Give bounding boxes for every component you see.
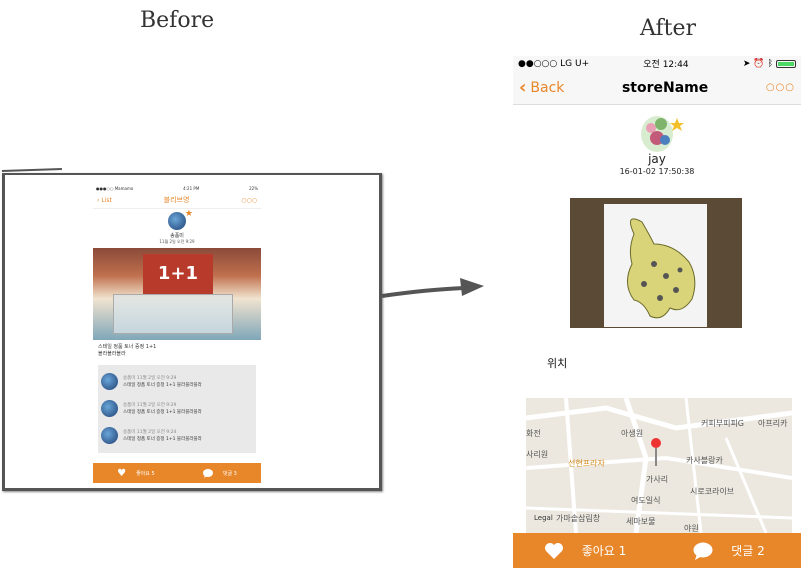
map-label: 커피부피피G	[701, 419, 744, 428]
map-label: 야원	[684, 524, 699, 533]
after-phone-screen: ●●○○○ LG U+ 오전 12:44 ➤ ⏰ ᛒ ‹ Back storeN…	[513, 56, 801, 568]
comment-meta: 송품미 11월 2일 오전 9:29	[123, 402, 177, 408]
clock-label: 오전 12:44	[643, 60, 689, 70]
status-bar: ●●○○○ LG U+ 오전 12:44 ➤ ⏰ ᛒ	[513, 56, 801, 71]
heart-icon	[544, 542, 563, 559]
before-comment-item: 송품미 11월 2일 오전 9:24 스테일 정품 토너 증정 1+1 블라블라블…	[101, 422, 253, 449]
heart-icon: ♥	[117, 467, 127, 479]
before-heading: Before	[140, 8, 215, 33]
nav-bar: ‹ Back storeName ○○○	[513, 71, 801, 105]
speech-bubble-icon	[202, 468, 213, 478]
back-button[interactable]: ‹ Back	[519, 77, 564, 98]
post-date: 16-01-02 17:50:38	[619, 167, 695, 176]
before-more-button[interactable]: ○○○	[241, 197, 257, 204]
map-label: 가사리	[646, 475, 669, 484]
store-name-title: storeName	[621, 79, 709, 96]
before-post-caption: 스테일 정품 토너 증정 1+1 블라블라블라	[93, 340, 261, 362]
before-comment-item: 송품미 11월 2일 오전 9:29 스테일 정품 토너 증정 1+1 블라블라블…	[101, 395, 253, 422]
comment-avatar	[101, 400, 118, 417]
chevron-left-icon: ‹	[519, 77, 527, 98]
comment-meta: 송품미 11월 2일 오전 9:29	[123, 375, 177, 381]
before-user-name: 송품미	[170, 233, 184, 239]
comment-text: 스테일 정품 토너 증정 1+1 블라블라블라	[123, 436, 202, 442]
like-count-label: 좋아요 1	[581, 544, 627, 558]
post-photo[interactable]	[570, 198, 742, 328]
before-comment-list: 송품미 11월 2일 오전 9:29 스테일 정품 토너 증정 1+1 블라블라블…	[98, 365, 256, 453]
alarm-icon: ⏰	[753, 58, 765, 69]
status-icons: ➤ ⏰ ᛒ	[743, 59, 796, 69]
before-like-button[interactable]: ♥ 좋아요 5	[117, 468, 155, 479]
comment-avatar	[101, 427, 118, 444]
comment-text: 스테일 정품 토너 증정 1+1 블라블라블라	[123, 409, 202, 415]
user-name: jay	[648, 152, 666, 166]
before-photo-display-case	[113, 294, 233, 334]
map-label: 아생원	[621, 429, 644, 438]
before-tab-bar: ♥ 좋아요 5 댓글 3	[93, 463, 261, 483]
location-map[interactable]: 커피부피피G 아프리카 아생원 화전 사리원 선현프라자 카사블랑카 가사리 시…	[526, 398, 792, 533]
more-options-button[interactable]: ○○○	[766, 82, 795, 93]
before-caption-line: 스테일 정품 토너 증정 1+1	[98, 344, 157, 350]
comment-avatar	[101, 373, 118, 390]
carrier-label: ●●○○○ LG U+	[518, 58, 590, 69]
location-label: 위치	[547, 357, 568, 370]
speech-bubble-icon	[693, 542, 713, 560]
map-label: 아프리카	[758, 419, 788, 428]
battery-icon	[775, 59, 796, 68]
before-caption-line: 블라블라블라	[98, 351, 126, 357]
before-comment-label: 댓글 3	[222, 470, 237, 477]
before-phone-screen: ●●●○○ Mamamo 4:21 PM 22% ‹ List 블리브영 ○○○…	[93, 185, 261, 483]
map-legal-link[interactable]: Legal	[534, 514, 553, 522]
before-time: 4:21 PM	[183, 186, 200, 191]
map-label: 여도일식	[631, 496, 661, 505]
bluetooth-icon: ᛒ	[767, 58, 773, 69]
before-screenshot-frame: ●●●○○ Mamamo 4:21 PM 22% ‹ List 블리브영 ○○○…	[2, 173, 382, 491]
map-label: 세마보물	[626, 517, 656, 526]
before-user-avatar	[168, 209, 193, 230]
before-post-photo: 1+1	[93, 248, 261, 340]
before-status-bar: ●●●○○ Mamamo 4:21 PM 22%	[93, 185, 261, 192]
map-label: 카사블랑카	[686, 456, 723, 465]
transition-arrow-icon	[381, 278, 484, 298]
before-like-label: 좋아요 5	[136, 470, 155, 477]
comment-count-label: 댓글 2	[731, 544, 765, 558]
before-back-button[interactable]: ‹ List	[97, 197, 112, 204]
bottom-tab-bar: 좋아요 1 댓글 2	[513, 533, 801, 568]
comment-meta: 송품미 11월 2일 오전 9:24	[123, 429, 177, 435]
map-label: 화전	[526, 429, 541, 438]
map-label: 시로코라이브	[690, 487, 735, 496]
location-arrow-icon: ➤	[742, 58, 751, 69]
comment-text: 스테일 정품 토너 증정 1+1 블라블라블라	[123, 382, 202, 388]
map-label: 선현프라자	[568, 459, 605, 468]
photo-card	[604, 204, 707, 327]
before-comment-button[interactable]: 댓글 3	[202, 468, 237, 478]
battery-level	[777, 61, 794, 66]
before-photo-banner: 1+1	[143, 254, 213, 294]
rabbit-illustration-icon	[627, 218, 696, 319]
back-label: Back	[530, 79, 565, 96]
before-battery: 22%	[249, 186, 258, 191]
before-back-label: List	[101, 196, 112, 204]
comment-button[interactable]: 댓글 2	[657, 542, 801, 560]
before-carrier: ●●●○○ Mamamo	[96, 186, 134, 191]
after-heading: After	[640, 16, 697, 41]
before-comment-item: 송품미 11월 2일 오전 9:29 스테일 정품 토너 증정 1+1 블라블라블…	[101, 368, 253, 395]
user-avatar[interactable]	[635, 110, 685, 154]
map-label: 사리원	[526, 450, 549, 459]
before-nav-title: 블리브영	[163, 196, 190, 204]
like-button[interactable]: 좋아요 1	[513, 542, 657, 560]
map-label: 가마솥삼림창	[556, 514, 601, 523]
before-post-date: 11월 2일 오전 9:29	[159, 239, 195, 244]
before-nav-bar: ‹ List 블리브영 ○○○	[93, 192, 261, 209]
